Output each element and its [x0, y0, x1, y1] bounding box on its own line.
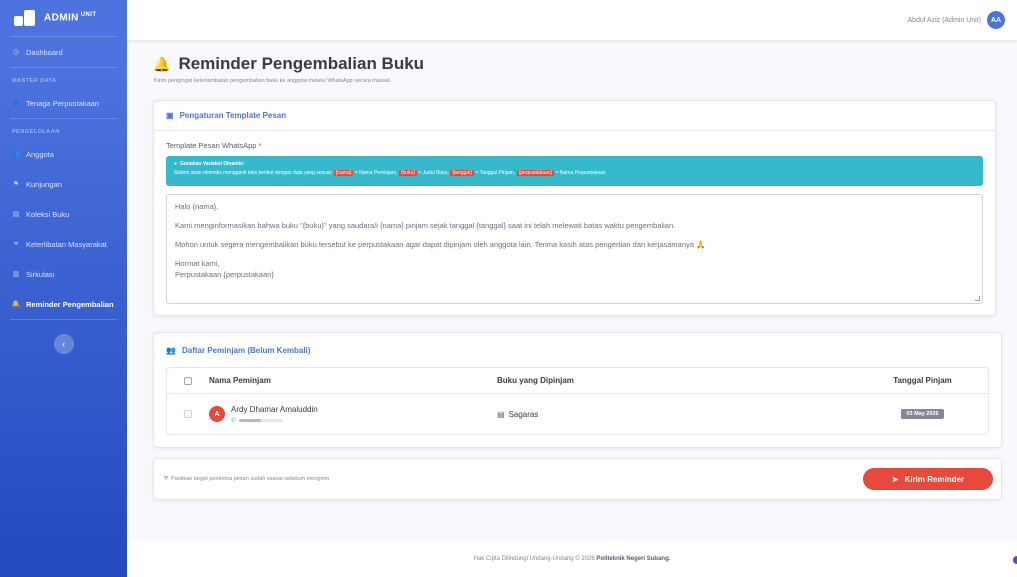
template-card-title: Pengaturan Template Pesan — [179, 111, 287, 120]
borrower-name: Ardy Dhamar Amaluddin — [231, 404, 318, 414]
page-title-text: Reminder Pengembalian Buku — [178, 54, 425, 73]
user-icon: 👤 — [11, 100, 21, 107]
circulation-icon: ▥ — [12, 271, 20, 278]
paper-plane-icon: ➤ — [891, 474, 899, 484]
variables-alert: ● Gunakan Variabel Dinamis: Sistem akan … — [166, 156, 983, 186]
borrowers-card: 👥 Daftar Peminjam (Belum Kembali) Nama P… — [153, 332, 1002, 448]
page-title: 🔔 Reminder Pengembalian Buku — [153, 54, 995, 74]
select-all-cell — [167, 376, 209, 385]
borrower-phone: ✆ — [231, 417, 318, 424]
column-header-book: Buku yang Dipinjam — [497, 376, 574, 385]
users-icon: 👥 — [166, 345, 176, 355]
message-line: Mohon untuk segera mengembalikan buku te… — [175, 240, 706, 249]
resize-handle-icon[interactable] — [975, 296, 980, 301]
visit-icon: ⚑ — [12, 181, 20, 188]
required-mark: * — [258, 141, 262, 150]
avatar: A — [209, 406, 225, 422]
topbar: Abdul Aziz (Admin Unit) AA — [127, 0, 1017, 40]
message-square-icon: ▣ — [166, 111, 174, 120]
footer: Hak Cipta Dilindungi Undang-Undang © 202… — [127, 540, 1017, 577]
avatar[interactable]: AA — [987, 11, 1005, 29]
template-message-textarea[interactable]: Halo {nama}, Kami menginformasikan bahwa… — [166, 194, 983, 304]
message-line: Kami menginformasikan bahwa buku "{buku}… — [175, 221, 676, 230]
message-line: Perpustakaan {perpustakaan} — [175, 270, 274, 279]
table-row: A Ardy Dhamar Amaluddin ✆ ▤ Sagaras 03 M… — [167, 394, 988, 434]
borrowers-table: Nama Peminjam Buku yang Dipinjam Tanggal… — [166, 367, 989, 435]
brand-name: ADMIN UNIT — [44, 12, 97, 24]
sidebar-item-label: Koleksi Buku — [26, 209, 70, 219]
send-hint: ⛨ Pastikan target penerima pesan sudah s… — [164, 475, 331, 483]
community-icon: ⚭ — [13, 241, 19, 248]
sidebar-item-tenaga-perpustakaan[interactable]: 👤 Tenaga Perpustakaan — [0, 88, 127, 118]
variable-tag: {buku} — [398, 170, 418, 176]
brand[interactable]: ADMIN UNIT — [0, 0, 127, 36]
sidebar-item-label: Anggota — [26, 149, 54, 159]
column-header-name: Nama Peminjam — [209, 376, 271, 385]
borrowers-card-header: 👥 Daftar Peminjam (Belum Kembali) — [154, 333, 1001, 367]
alert-title: ● Gunakan Variabel Dinamis: — [174, 161, 245, 167]
send-reminder-button[interactable]: ➤ Kirim Reminder — [863, 468, 993, 490]
sidebar-item-label: Reminder Pengembalian — [26, 299, 114, 309]
template-card-header: ▣ Pengaturan Template Pesan — [154, 101, 995, 131]
shield-icon: ⛨ — [164, 475, 169, 482]
send-reminder-label: Kirim Reminder — [904, 474, 965, 484]
sidebar-item-label: Tenaga Perpustakaan — [26, 98, 99, 108]
library-logo-icon — [14, 10, 36, 26]
sidebar-item-anggota[interactable]: 👥 Anggota — [0, 139, 127, 169]
column-header-date: Tanggal Pinjam — [893, 376, 952, 385]
date-badge: 03 May 2026 — [901, 409, 944, 419]
variable-tag: {tanggal} — [450, 170, 474, 176]
sidebar-toggle-button[interactable]: ‹ — [53, 334, 74, 354]
book-icon: ▤ — [12, 211, 20, 218]
sidebar-item-kunjungan[interactable]: ⚑ Kunjungan — [0, 169, 127, 199]
phone-number-masked — [239, 418, 284, 422]
sidebar-item-reminder-pengembalian[interactable]: 🔔 Reminder Pengembalian — [0, 289, 127, 319]
dashboard-icon: ◷ — [12, 49, 20, 56]
users-icon: 👥 — [11, 151, 21, 158]
book-cell: ▤ Sagaras — [497, 410, 857, 419]
sidebar-heading: PENGELOLAAN — [12, 129, 60, 135]
user-name[interactable]: Abdul Aziz (Admin Unit) — [907, 17, 981, 24]
book-icon: ▤ — [497, 409, 505, 419]
date-cell: 03 May 2026 — [857, 409, 988, 419]
sidebar-item-label: Keterlibatan Masyarakat — [26, 239, 107, 249]
sidebar-item-koleksi-buku[interactable]: ▤ Koleksi Buku — [0, 199, 127, 229]
floating-indicator-icon[interactable] — [1013, 556, 1017, 564]
footer-org: Politeknik Negeri Subang. — [596, 555, 671, 562]
message-line: Halo {nama}, — [175, 202, 219, 211]
whatsapp-icon: ✆ — [231, 417, 237, 424]
variable-tag: {perpustakaan} — [516, 170, 555, 176]
template-card: ▣ Pengaturan Template Pesan Template Pes… — [153, 100, 996, 316]
borrowers-card-title: Daftar Peminjam (Belum Kembali) — [181, 345, 311, 355]
sidebar-item-keterlibatan-masyarakat[interactable]: ⚭ Keterlibatan Masyarakat — [0, 229, 127, 259]
bell-icon: 🔔 — [153, 55, 171, 72]
table-header: Nama Peminjam Buku yang Dipinjam Tanggal… — [167, 368, 988, 394]
message-line: Hormat kami, — [175, 259, 220, 268]
select-all-checkbox[interactable] — [184, 376, 192, 385]
borrower-info: Ardy Dhamar Amaluddin ✆ — [231, 405, 318, 424]
sidebar-item-label: Kunjungan — [26, 179, 62, 189]
sidebar-item-label: Sirkulasi — [26, 269, 55, 279]
book-title: Sagaras — [508, 409, 539, 419]
sidebar-item-label: Dashboard — [26, 47, 63, 57]
borrower-cell: A Ardy Dhamar Amaluddin ✆ — [209, 405, 497, 424]
page-subtitle: Kirim pengingat keterlambatan pengembali… — [154, 78, 392, 84]
variable-tag: {nama} — [333, 170, 354, 176]
action-card: ⛨ Pastikan target penerima pesan sudah s… — [153, 458, 1002, 500]
chevron-left-icon: ‹ — [62, 339, 65, 349]
alert-text: Sistem akan otomatis mengganti teks beri… — [174, 170, 606, 176]
row-select-cell — [167, 410, 209, 418]
bell-icon: 🔔 — [11, 301, 21, 308]
template-field-label: Template Pesan WhatsApp * — [166, 141, 262, 150]
sidebar-item-dashboard[interactable]: ◷ Dashboard — [0, 37, 127, 67]
row-checkbox[interactable] — [184, 410, 192, 418]
sidebar-heading: MASTER DATA — [12, 78, 57, 84]
sidebar-divider — [10, 319, 117, 320]
footer-text: Hak Cipta Dilindungi Undang-Undang © 202… — [473, 555, 671, 562]
info-icon: ● — [174, 161, 178, 167]
sidebar-item-sirkulasi[interactable]: ▥ Sirkulasi — [0, 259, 127, 289]
sidebar: ADMIN UNIT ◷ Dashboard MASTER DATA 👤 Tena… — [0, 0, 127, 577]
